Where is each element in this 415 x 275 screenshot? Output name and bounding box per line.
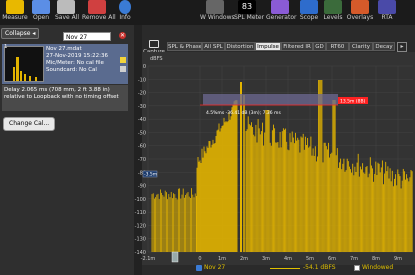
x-tick-label: 6m — [328, 256, 336, 262]
y-tick-label: -90 — [138, 184, 146, 190]
windowed-label: Windowed — [362, 264, 394, 271]
x-tick-label: 4m — [284, 256, 292, 262]
x-tick-label: 9m — [394, 256, 402, 262]
y-tick-label: -50 — [138, 130, 146, 136]
x-tick-label: 0 — [198, 256, 201, 262]
y-tick-label: -130 — [135, 237, 146, 243]
y-tick-label: -100 — [135, 197, 146, 203]
y-tick-label: -20 — [138, 91, 146, 97]
x-tick-label: 7m — [350, 256, 358, 262]
y-tick-label: -10 — [138, 77, 146, 83]
y-tick-label: -40 — [138, 117, 146, 123]
x-tick-label: 5m — [306, 256, 314, 262]
y-tick-label: -30 — [138, 104, 146, 110]
y-tick-label: -120 — [135, 223, 146, 229]
y-tick-label: 0 — [143, 64, 146, 70]
window-region — [203, 94, 338, 105]
annotation-right: 13.5m (8B) — [340, 99, 366, 105]
y-tick-label: -70 — [138, 157, 146, 163]
x-tick-label: 8m — [372, 256, 380, 262]
windowed-checkbox[interactable] — [354, 265, 360, 271]
x-tick-label: -2.1m — [141, 256, 156, 262]
y-tick-label: -110 — [135, 210, 146, 216]
y-tick-label: -60 — [138, 144, 146, 150]
x-tick-label: 3m — [262, 256, 270, 262]
time-scroll-handle — [171, 251, 179, 263]
y-axis-unit: dBFS — [150, 56, 163, 62]
series-name: Nov 27 — [204, 264, 226, 271]
x-tick-label: 1m — [218, 256, 226, 262]
impulse-graph: 0-10-20-30-40-50-60-70-80-90-100-110-120… — [135, 56, 413, 263]
series-line-swatch — [270, 268, 300, 269]
series-level: -54.1 dBFS — [303, 264, 336, 271]
marker-value: -3.5m — [144, 172, 157, 178]
annotation-left: 4.5%ms -36.41 dB (3m); 7.36 ms — [206, 110, 281, 116]
series-checkbox[interactable] — [196, 265, 202, 271]
x-tick-label: 2m — [240, 256, 248, 262]
